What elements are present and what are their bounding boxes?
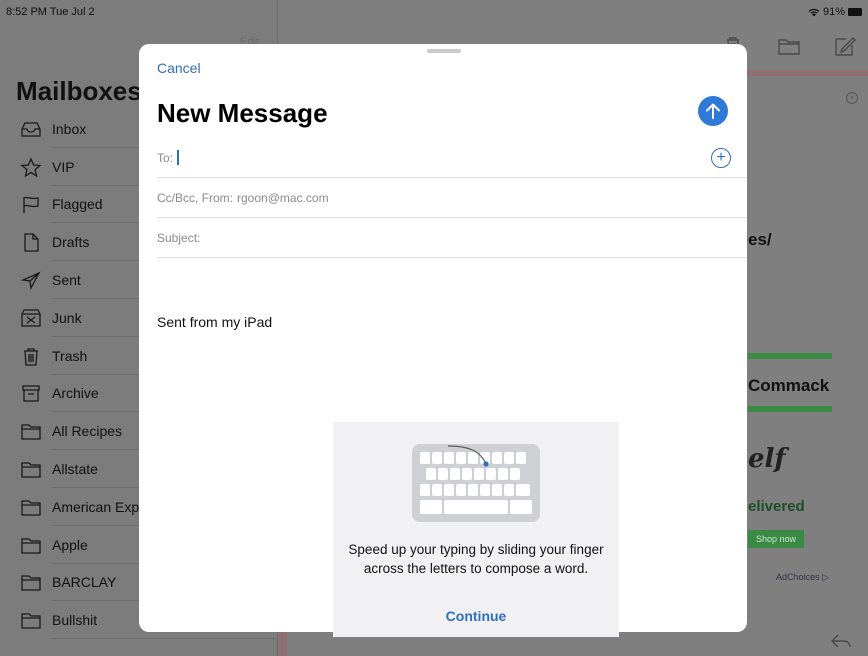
compose-icon[interactable] bbox=[832, 34, 858, 58]
folder-icon bbox=[0, 497, 52, 517]
status-bar: 8:52 PM Tue Jul 2 91% bbox=[0, 0, 868, 24]
folder-icon[interactable] bbox=[776, 34, 802, 58]
sidebar-item-label: Drafts bbox=[52, 234, 90, 251]
folder-icon bbox=[0, 535, 52, 555]
keyboard-icon bbox=[412, 444, 540, 522]
flag-icon bbox=[0, 194, 52, 214]
sidebar-item-label: Bullshit bbox=[52, 612, 98, 629]
subject-label: Subject: bbox=[157, 230, 201, 245]
send-icon bbox=[0, 270, 52, 291]
subject-field[interactable]: Subject: bbox=[157, 218, 747, 258]
divider bbox=[748, 406, 832, 412]
compose-title: New Message bbox=[157, 98, 328, 128]
text-caret bbox=[177, 150, 179, 165]
sidebar-item-label: VIP bbox=[52, 158, 75, 175]
dismiss-icon[interactable]: × bbox=[846, 92, 858, 104]
message-fragment: es/ bbox=[748, 230, 772, 249]
adchoices-label[interactable]: AdChoices ▷ bbox=[776, 572, 829, 583]
sidebar-item-label: American Exp bbox=[52, 498, 140, 515]
to-label: To: bbox=[157, 150, 174, 165]
reply-icon[interactable] bbox=[830, 632, 852, 650]
battery-icon bbox=[848, 8, 862, 16]
folder-icon bbox=[0, 610, 52, 630]
cc-bcc-from-field[interactable]: Cc/Bcc, From: rgoon@mac.com bbox=[157, 178, 747, 218]
sidebar-item-label: BARCLAY bbox=[52, 574, 117, 591]
draft-icon bbox=[0, 232, 52, 252]
sidebar-item-label: Archive bbox=[52, 385, 99, 402]
star-icon bbox=[0, 157, 52, 177]
archive-icon bbox=[0, 383, 52, 403]
arrow-up-icon bbox=[706, 103, 720, 119]
from-address: rgoon@mac.com bbox=[237, 190, 329, 205]
trash-icon bbox=[0, 346, 52, 366]
message-body[interactable]: Sent from my iPad bbox=[157, 314, 272, 330]
sidebar-item-label: All Recipes bbox=[52, 423, 123, 440]
folder-icon bbox=[0, 459, 52, 479]
send-button[interactable] bbox=[698, 96, 728, 126]
status-right: 91% bbox=[808, 6, 862, 18]
shop-now-button[interactable]: Shop now bbox=[748, 530, 804, 548]
adchoices-icon: ▷ bbox=[822, 572, 829, 582]
battery-percent: 91% bbox=[822, 6, 845, 18]
sidebar-title: Mailboxes bbox=[16, 76, 142, 106]
sidebar-item-label: Flagged bbox=[52, 196, 103, 213]
sidebar-item-label: Apple bbox=[52, 536, 88, 553]
sidebar-item-label: Sent bbox=[52, 272, 81, 289]
folder-icon bbox=[0, 572, 52, 592]
sidebar-item-label: Allstate bbox=[52, 461, 98, 478]
wifi-icon bbox=[808, 8, 820, 16]
sidebar-item-label: Inbox bbox=[52, 120, 87, 137]
add-contact-icon[interactable]: + bbox=[711, 148, 731, 168]
quickpath-tip: Speed up your typing by sliding your fin… bbox=[333, 422, 619, 637]
ad-text: elivered bbox=[748, 498, 805, 515]
sheet-grabber[interactable] bbox=[427, 49, 461, 53]
adchoices-text: AdChoices bbox=[776, 572, 820, 582]
junk-icon bbox=[0, 308, 52, 328]
ad-logo-text: elf bbox=[748, 444, 786, 474]
sidebar-item-label: Trash bbox=[52, 347, 88, 364]
status-time: 8:52 PM Tue Jul 2 bbox=[6, 6, 95, 18]
tip-message: Speed up your typing by sliding your fin… bbox=[348, 542, 604, 576]
inbox-icon bbox=[0, 119, 52, 139]
cc-bcc-label: Cc/Bcc, From: bbox=[157, 190, 234, 205]
to-field[interactable]: To: + bbox=[157, 138, 747, 178]
message-fragment: Commack bbox=[748, 376, 830, 395]
sidebar-item-label: Junk bbox=[52, 309, 82, 326]
divider bbox=[748, 353, 832, 359]
folder-icon bbox=[0, 421, 52, 441]
continue-button[interactable]: Continue bbox=[333, 608, 619, 624]
cancel-button[interactable]: Cancel bbox=[157, 60, 201, 76]
